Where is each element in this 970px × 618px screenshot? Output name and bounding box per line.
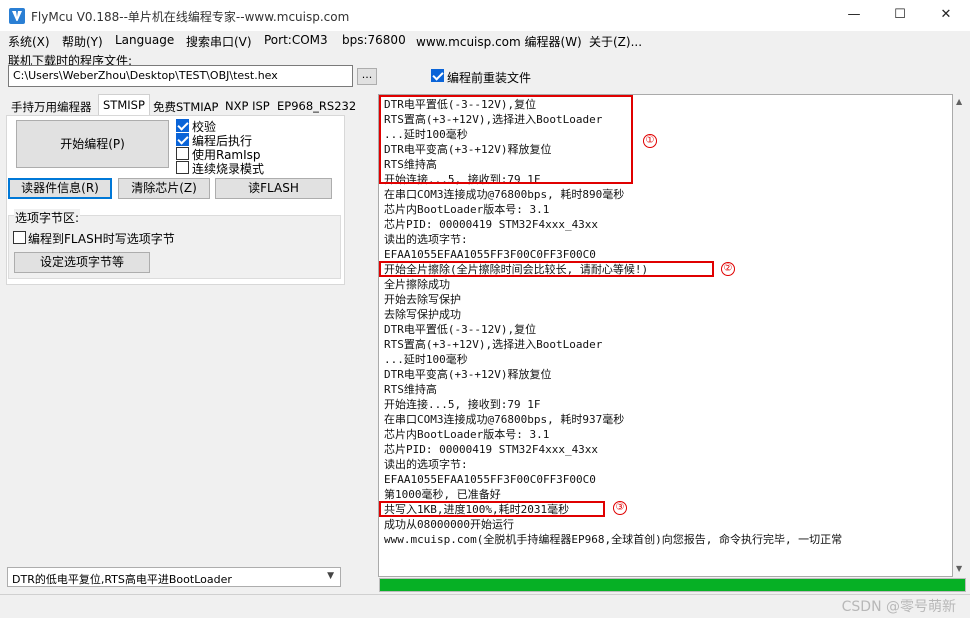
menu-system[interactable]: 系统(X) — [8, 33, 50, 50]
log-line: EFAA1055EFAA1055FF3F00C0FF3F00C0 — [384, 248, 596, 261]
log-line: 读出的选项字节: — [384, 458, 468, 471]
reload-before-program-checkbox[interactable] — [431, 69, 444, 82]
read-flash-button[interactable]: 读FLASH — [215, 178, 332, 199]
chevron-down-icon: ▼ — [327, 571, 334, 581]
menu-bar: 系统(X) 帮助(Y) Language 搜索串口(V) Port:COM3 b… — [0, 31, 970, 51]
annotation-marker-1: ① — [643, 134, 657, 148]
close-button[interactable]: ✕ — [923, 0, 969, 31]
erase-chip-button[interactable]: 清除芯片(Z) — [118, 178, 210, 199]
menu-about[interactable]: 关于(Z)... — [589, 33, 642, 50]
status-bar — [0, 594, 970, 618]
run-after-program-checkbox[interactable] — [176, 133, 189, 146]
log-line: www.mcuisp.com(全脱机手持编程器EP968,全球首创)向您报告, … — [384, 533, 843, 546]
browse-file-button[interactable]: ... — [357, 68, 377, 85]
write-option-bytes-label: 编程到FLASH时写选项字节 — [28, 232, 175, 246]
verify-checkbox[interactable] — [176, 119, 189, 132]
log-line: 去除写保护成功 — [384, 308, 461, 321]
reload-before-program-label: 编程前重装文件 — [447, 71, 532, 85]
tab-handheld-programmer[interactable]: 手持万用编程器 — [6, 95, 97, 115]
log-line: 开始去除写保护 — [384, 293, 461, 306]
tab-free-stmiap[interactable]: 免费STMIAP — [148, 95, 223, 115]
start-programming-button[interactable]: 开始编程(P) — [16, 120, 169, 168]
scroll-down-icon[interactable]: ▼ — [956, 564, 962, 573]
annotation-box-3 — [379, 501, 605, 517]
log-line: ...延时100毫秒 — [384, 353, 468, 366]
continuous-burn-checkbox[interactable] — [176, 161, 189, 174]
log-line: RTS维持高 — [384, 383, 437, 396]
menu-language[interactable]: Language — [115, 33, 174, 47]
continuous-burn-label: 连续烧录模式 — [192, 162, 265, 176]
annotation-marker-2: ② — [721, 262, 735, 276]
title-bar: FlyMcu V0.188--单片机在线编程专家--www.mcuisp.com… — [0, 0, 970, 31]
reset-mode-select[interactable]: DTR的低电平复位,RTS高电平进BootLoader ▼ — [7, 567, 341, 587]
log-line: 第1000毫秒, 已准备好 — [384, 488, 501, 501]
menu-baudrate[interactable]: bps:76800 — [342, 33, 406, 47]
write-option-bytes-checkbox[interactable] — [13, 231, 26, 244]
log-line: RTS置高(+3-+12V),选择进入BootLoader — [384, 338, 603, 351]
log-line: 读出的选项字节: — [384, 233, 468, 246]
log-line: EFAA1055EFAA1055FF3F00C0FF3F00C0 — [384, 473, 596, 486]
watermark: CSDN @零号萌新 — [841, 599, 956, 615]
menu-programmer[interactable]: www.mcuisp.com 编程器(W) — [416, 33, 582, 50]
log-scrollbar[interactable]: ▲ ▼ — [953, 94, 969, 577]
read-device-info-button[interactable]: 读器件信息(R) — [8, 178, 112, 199]
maximize-button[interactable]: ☐ — [877, 0, 923, 31]
menu-search-port[interactable]: 搜索串口(V) — [186, 33, 252, 50]
flymcu-app-icon — [9, 8, 25, 24]
log-line: 芯片PID: 00000419 STM32F4xxx_43xx — [384, 443, 599, 456]
log-line: 在串口COM3连接成功@76800bps, 耗时937毫秒 — [384, 413, 625, 426]
tab-nxp-isp[interactable]: NXP ISP — [220, 95, 275, 115]
set-option-bytes-button[interactable]: 设定选项字节等 — [14, 252, 150, 273]
annotation-box-1 — [379, 95, 633, 184]
menu-help[interactable]: 帮助(Y) — [62, 33, 103, 50]
reset-mode-value: DTR的低电平复位,RTS高电平进BootLoader — [12, 573, 232, 586]
minimize-button[interactable]: — — [831, 0, 877, 31]
log-line: 芯片内BootLoader版本号: 3.1 — [384, 203, 550, 216]
tab-stmisp[interactable]: STMISP — [98, 94, 150, 116]
annotation-box-2 — [379, 261, 714, 277]
window-title: FlyMcu V0.188--单片机在线编程专家--www.mcuisp.com — [31, 10, 350, 24]
log-line: 成功从08000000开始运行 — [384, 518, 514, 531]
menu-port[interactable]: Port:COM3 — [264, 33, 328, 47]
log-line: 开始连接...5, 接收到:79 1F — [384, 398, 541, 411]
tab-ep968-rs232[interactable]: EP968_RS232 — [272, 95, 361, 115]
log-line: 芯片PID: 00000419 STM32F4xxx_43xx — [384, 218, 599, 231]
log-line: 在串口COM3连接成功@76800bps, 耗时890毫秒 — [384, 188, 625, 201]
log-line: 芯片内BootLoader版本号: 3.1 — [384, 428, 550, 441]
program-file-path-input[interactable]: C:\Users\WeberZhou\Desktop\TEST\OBJ\test… — [8, 65, 353, 87]
annotation-marker-3: ③ — [613, 501, 627, 515]
scroll-up-icon[interactable]: ▲ — [956, 97, 962, 106]
log-line: 全片擦除成功 — [384, 278, 450, 291]
progress-fill — [380, 579, 965, 591]
use-ramisp-checkbox[interactable] — [176, 147, 189, 160]
option-bytes-group-label: 选项字节区: — [14, 209, 81, 226]
programming-progress-bar — [379, 578, 966, 592]
log-line: DTR电平变高(+3-+12V)释放复位 — [384, 368, 552, 381]
log-line: DTR电平置低(-3--12V),复位 — [384, 323, 537, 336]
